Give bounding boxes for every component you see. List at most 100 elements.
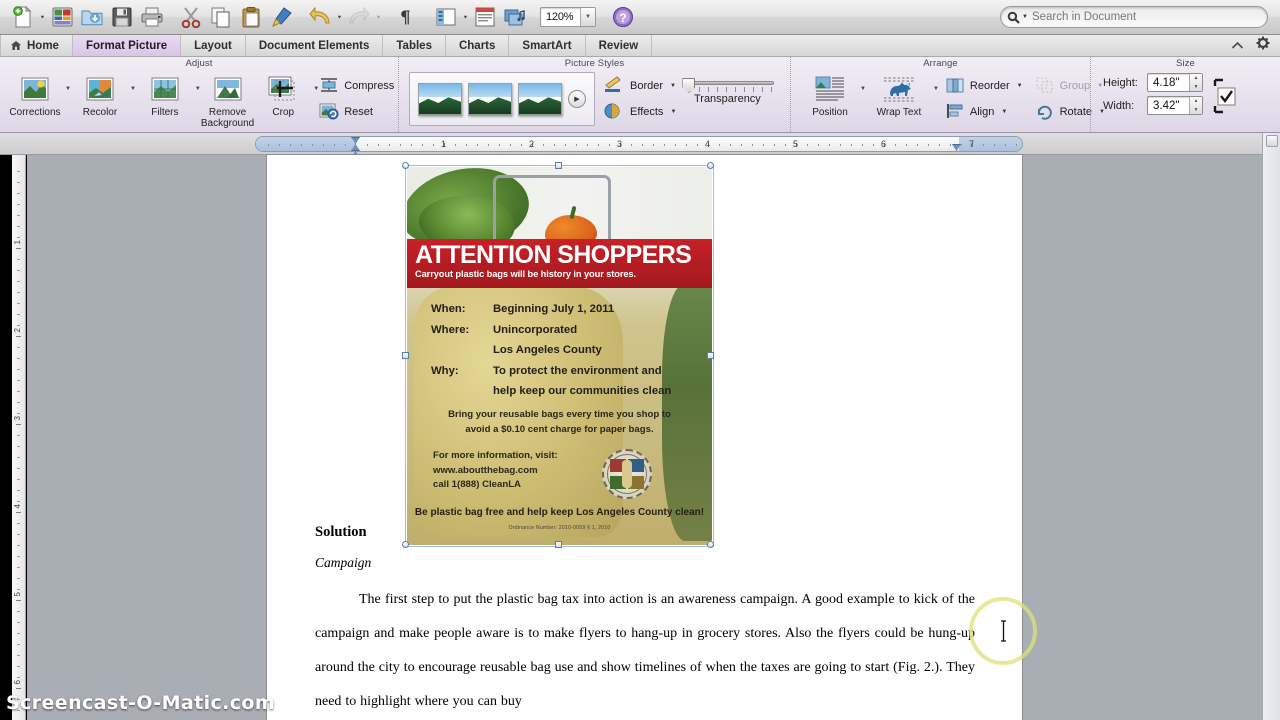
tab-layout[interactable]: Layout — [181, 35, 246, 56]
reset-picture-button[interactable]: Reset — [319, 99, 398, 125]
new-document-button[interactable] — [8, 2, 38, 32]
ruler-minor-tick — [939, 144, 940, 146]
save-button[interactable] — [107, 2, 137, 32]
tab-charts[interactable]: Charts — [445, 35, 510, 56]
ruler-minor-tick — [994, 144, 995, 146]
redo-button[interactable] — [344, 2, 374, 32]
vertical-ruler-minor-tick — [17, 171, 20, 172]
position-control[interactable]: Position ▼ — [801, 70, 866, 118]
reorder-label: Reorder — [969, 80, 1010, 92]
ruler-minor-tick — [323, 144, 324, 146]
filters-control[interactable]: Filters ▼ — [136, 70, 201, 118]
picture-styles-more-button[interactable]: ▶ — [568, 90, 586, 108]
print-button[interactable] — [137, 2, 167, 32]
effects-button[interactable]: Effects ▼ — [603, 99, 680, 125]
undo-button[interactable] — [305, 2, 335, 32]
ruler-minor-tick — [268, 144, 269, 146]
wrap-text-control[interactable]: Wrap Text ▼ — [866, 70, 939, 118]
position-button[interactable]: Position — [801, 70, 859, 118]
height-stepper[interactable]: ▲ ▼ — [1189, 74, 1202, 91]
redo-dropdown-arrow[interactable] — [374, 2, 383, 32]
vertical-ruler-minor-tick — [17, 402, 20, 403]
lock-aspect-ratio-checkbox[interactable] — [1209, 74, 1237, 118]
width-field[interactable]: 3.42" ▲ ▼ — [1147, 96, 1203, 115]
resize-handle-middle-right[interactable] — [707, 352, 714, 359]
picture-style-thumb-2[interactable] — [468, 82, 512, 116]
crop-control[interactable]: Crop ▼ — [254, 70, 319, 118]
picture-styles-gallery[interactable]: ▶ — [409, 72, 595, 126]
picture-style-thumb-3[interactable] — [518, 82, 562, 116]
cut-button[interactable] — [176, 2, 206, 32]
compress-button[interactable]: Compress — [319, 73, 398, 99]
resize-handle-top-left[interactable] — [402, 162, 409, 169]
ruler-minor-tick — [785, 144, 786, 146]
poster-banner-subtitle: Carryout plastic bags will be history in… — [415, 269, 636, 279]
collapse-ribbon-chevron-icon[interactable] — [1231, 39, 1244, 53]
vertical-ruler[interactable]: 1 2 3 4 5 6 — [12, 155, 26, 720]
vertical-ruler-minor-tick — [17, 655, 20, 656]
effects-dropdown-arrow[interactable]: ▼ — [670, 109, 676, 115]
zoom-dropdown-arrow[interactable]: ▼ — [580, 8, 595, 26]
transparency-slider[interactable] — [680, 78, 775, 93]
tab-home[interactable]: Home — [0, 35, 73, 56]
height-field[interactable]: 4.18" ▲ ▼ — [1147, 73, 1203, 92]
height-value: 4.18" — [1153, 76, 1180, 89]
tab-format-picture[interactable]: Format Picture — [72, 35, 182, 56]
zoom-level-control[interactable]: 120% ▼ — [540, 7, 596, 27]
align-button[interactable]: Align ▼ — [945, 99, 1027, 125]
wrap-text-dropdown-arrow[interactable]: ▼ — [933, 86, 939, 92]
remove-background-button[interactable]: Remove Background — [201, 70, 254, 129]
document-page[interactable]: ATTENTION SHOPPERS Carryout plastic bags… — [267, 155, 1037, 720]
open-template-gallery-button[interactable] — [47, 2, 77, 32]
format-painter-button[interactable] — [266, 2, 296, 32]
vertical-scrollbar[interactable] — [1262, 133, 1280, 720]
paste-button[interactable] — [236, 2, 266, 32]
corrections-button[interactable]: Corrections — [6, 70, 64, 118]
help-button[interactable]: ? — [608, 2, 638, 32]
reorder-dropdown-arrow[interactable]: ▼ — [1017, 83, 1023, 89]
width-stepper[interactable]: ▲ ▼ — [1189, 97, 1202, 114]
show-formatting-button[interactable]: ¶ — [392, 2, 422, 32]
ribbon-settings-gear-icon[interactable] — [1256, 36, 1270, 55]
notebook-layout-button[interactable] — [470, 2, 500, 32]
tab-tables[interactable]: Tables — [383, 35, 446, 56]
align-dropdown-arrow[interactable]: ▼ — [1001, 109, 1007, 115]
open-button[interactable] — [77, 2, 107, 32]
resize-handle-middle-left[interactable] — [402, 352, 409, 359]
search-box[interactable]: ▼ — [1000, 6, 1268, 28]
recolor-button[interactable]: Recolor — [71, 70, 129, 118]
scrollbar-up-button[interactable] — [1266, 135, 1278, 147]
sidebar-button[interactable] — [431, 2, 461, 32]
tab-smartart[interactable]: SmartArt — [509, 35, 586, 56]
corrections-control[interactable]: Corrections ▼ — [6, 70, 71, 118]
resize-handle-top-center[interactable] — [555, 162, 562, 169]
horizontal-ruler-strip[interactable]: 1 2 3 4 5 6 7 — [255, 136, 1023, 152]
tab-document-elements[interactable]: Document Elements — [245, 35, 384, 56]
search-magnifier-icon[interactable]: ▼ — [1007, 11, 1028, 24]
tab-tables-label: Tables — [396, 39, 432, 52]
new-document-dropdown-arrow[interactable] — [38, 2, 47, 32]
inserted-poster-image[interactable]: ATTENTION SHOPPERS Carryout plastic bags… — [407, 167, 712, 545]
corrections-label: Corrections — [9, 107, 61, 118]
picture-style-thumb-1[interactable] — [418, 82, 462, 116]
sidebar-dropdown-arrow[interactable] — [461, 2, 470, 32]
ruler-minor-tick — [829, 144, 830, 146]
wrap-text-button[interactable]: Wrap Text — [866, 70, 932, 118]
horizontal-ruler[interactable]: 1 2 3 4 5 6 7 — [0, 133, 1280, 158]
resize-handle-top-right[interactable] — [707, 162, 714, 169]
border-dropdown-arrow[interactable]: ▼ — [670, 83, 676, 89]
tab-review[interactable]: Review — [585, 35, 653, 56]
document-workspace[interactable]: ATTENTION SHOPPERS Carryout plastic bags… — [27, 155, 1262, 720]
search-input[interactable] — [1031, 11, 1261, 23]
filters-button[interactable]: Filters — [136, 70, 194, 118]
undo-dropdown-arrow[interactable] — [335, 2, 344, 32]
document-body[interactable]: Solution Campaign The first step to put … — [315, 521, 975, 719]
border-button[interactable]: Border ▼ — [603, 73, 680, 99]
recolor-control[interactable]: Recolor ▼ — [71, 70, 136, 118]
copy-button[interactable] — [206, 2, 236, 32]
crop-button[interactable]: Crop — [254, 70, 312, 118]
ruler-minor-tick — [840, 144, 841, 146]
media-browser-button[interactable] — [500, 2, 530, 32]
reorder-button[interactable]: Reorder ▼ — [945, 73, 1027, 99]
transparency-control[interactable]: Transparency — [680, 70, 775, 105]
